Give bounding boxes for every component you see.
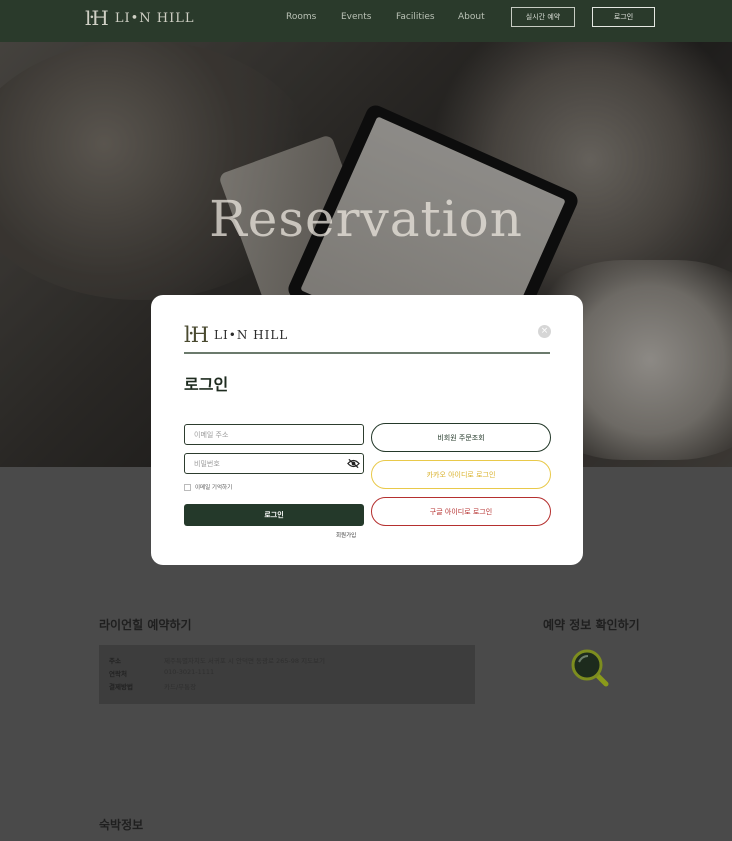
hero-title: Reservation xyxy=(209,190,523,248)
modal-divider xyxy=(184,352,550,354)
checkbox-box[interactable] xyxy=(184,483,191,491)
modal-logo: ŀH LI•N HILL xyxy=(184,323,288,347)
close-icon[interactable]: × xyxy=(538,325,551,338)
guest-order-button[interactable]: 비회원 주문조회 xyxy=(371,423,551,452)
kakao-login-button[interactable]: 카카오 아이디로 로그인 xyxy=(371,460,551,489)
nav-link-rooms[interactable]: Rooms xyxy=(286,12,316,22)
reservation-section-title: 라이언힐 예약하기 xyxy=(99,618,192,632)
logo-text: LI•N HILL xyxy=(214,328,289,342)
nav-link-events[interactable]: Events xyxy=(341,12,371,22)
login-modal: ŀH LI•N HILL × 로그인 이메일 주소 비밀번호 이메일 기억하기 … xyxy=(151,295,583,565)
nav-link-facilities[interactable]: Facilities xyxy=(396,12,435,22)
search-magnifier-icon[interactable] xyxy=(570,648,610,688)
email-placeholder: 이메일 주소 xyxy=(194,430,229,439)
info-row-contact: 연락처 010-3021-1111 xyxy=(109,668,215,678)
realtime-reservation-button[interactable]: 실시간 예약 xyxy=(511,7,575,27)
nav-link-about[interactable]: About xyxy=(458,12,485,22)
stay-info-title: 숙박정보 xyxy=(99,818,144,832)
top-navigation: ŀH LI•N HILL Rooms Events Facilities Abo… xyxy=(0,0,732,42)
remember-label: 이메일 기억하기 xyxy=(195,485,233,491)
modal-title: 로그인 xyxy=(184,375,229,394)
info-row-payment: 결제방법 카드/무통장 xyxy=(109,683,197,691)
login-button[interactable]: 로그인 xyxy=(184,504,364,526)
password-placeholder: 비밀번호 xyxy=(194,459,220,468)
email-field[interactable]: 이메일 주소 xyxy=(184,424,364,445)
logo-mark: ŀH xyxy=(184,323,210,347)
logo-mark: ŀH xyxy=(85,6,109,30)
info-row-address: 주소 제주특별자치도 서귀포 시 안덕면 동광로 265-98 지도보기 xyxy=(109,657,326,665)
site-logo[interactable]: ŀH LI•N HILL xyxy=(85,6,195,30)
eye-off-icon[interactable] xyxy=(347,458,360,469)
signup-link[interactable]: 회원가입 xyxy=(336,531,356,539)
remember-email-checkbox[interactable]: 이메일 기억하기 xyxy=(184,483,232,491)
google-login-button[interactable]: 구글 아이디로 로그인 xyxy=(371,497,551,526)
nav-login-button[interactable]: 로그인 xyxy=(592,7,655,27)
logo-text: LI•N HILL xyxy=(114,10,195,26)
check-reservation-title: 예약 정보 확인하기 xyxy=(543,618,640,632)
reservation-info-box: 주소 제주특별자치도 서귀포 시 안덕면 동광로 265-98 지도보기 연락처… xyxy=(99,645,475,704)
password-field[interactable]: 비밀번호 xyxy=(184,453,364,474)
